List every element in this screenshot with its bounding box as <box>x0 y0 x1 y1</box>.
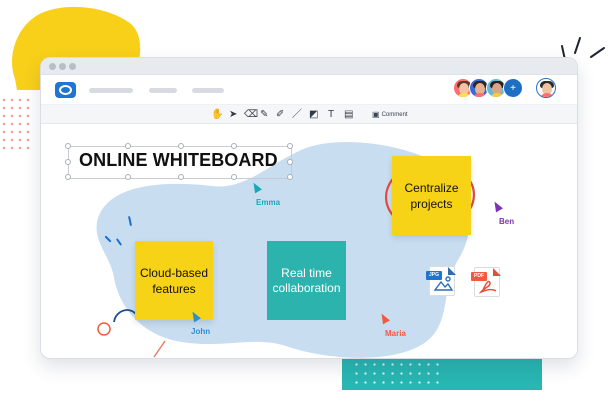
whiteboard-title: ONLINE WHITEBOARD <box>79 150 278 170</box>
cursor-label-emma: Emma <box>256 198 281 207</box>
selection-handle[interactable] <box>178 174 184 180</box>
comment-button[interactable]: ▣ Comment <box>372 105 408 125</box>
sticky-note-centralize[interactable]: Centralize projects <box>392 156 471 235</box>
cursor-label-maria: Maria <box>385 329 406 338</box>
pdf-file-icon-art <box>478 268 501 294</box>
avatar-shirt <box>456 93 472 97</box>
selection-handle[interactable] <box>178 143 184 149</box>
add-user-icon[interactable]: + <box>503 78 523 98</box>
sticky-note-cloud[interactable]: Cloud-based features <box>135 241 213 320</box>
selection-handle[interactable] <box>287 174 293 180</box>
user-avatar-icon[interactable] <box>536 78 556 98</box>
cursor-label-ben: Ben <box>499 217 515 226</box>
decorative-red-dots <box>0 96 34 154</box>
pdf-file-icon[interactable]: PDF <box>471 267 501 297</box>
nav-placeholder-1[interactable] <box>89 88 133 93</box>
image-file-icon-art <box>433 267 456 291</box>
image-file-icon[interactable]: JPG <box>426 266 456 296</box>
pen-tool-icon[interactable]: ✎ <box>260 106 268 124</box>
selection-handle[interactable] <box>287 143 293 149</box>
nav-placeholder-3[interactable] <box>192 88 224 93</box>
marker-tool-icon[interactable]: ✐ <box>276 106 284 124</box>
selection-handle[interactable] <box>65 159 71 165</box>
app-logo-icon[interactable] <box>55 82 76 98</box>
whiteboard-window: + ✋ ➤ ⌫ ✎ ✐ ／ ◩ T ▤ ▣ Comment ONLINE WHI… <box>40 57 578 359</box>
avatar-shirt <box>489 93 505 97</box>
selection-handle[interactable] <box>287 159 293 165</box>
cursor-label-john: John <box>191 327 211 336</box>
red-outline-circle <box>97 322 111 336</box>
shape-tool-icon[interactable]: ◩ <box>309 106 318 124</box>
drawing-toolbar: ✋ ➤ ⌫ ✎ ✐ ／ ◩ T ▤ ▣ Comment <box>41 104 577 125</box>
whiteboard-illustration: + ✋ ➤ ⌫ ✎ ✐ ／ ◩ T ▤ ▣ Comment ONLINE WHI… <box>0 0 611 415</box>
eraser-tool-icon[interactable]: ⌫ <box>244 106 258 124</box>
app-header: + <box>41 75 577 104</box>
comment-button-label: Comment <box>381 112 408 118</box>
teal-block-dots <box>352 360 444 384</box>
window-dot-icon[interactable] <box>49 63 56 70</box>
text-tool-icon[interactable]: T <box>328 106 334 124</box>
selection-handle[interactable] <box>231 143 237 149</box>
selection-handle[interactable] <box>125 174 131 180</box>
comment-icon: ▣ <box>372 110 380 119</box>
window-dot-icon[interactable] <box>59 63 66 70</box>
selection-handle[interactable] <box>65 143 71 149</box>
avatar-shirt <box>539 93 555 97</box>
selection-handle[interactable] <box>65 174 71 180</box>
hand-tool-icon[interactable]: ✋ <box>211 106 223 124</box>
blue-cursor-arrow-shadow <box>153 340 166 358</box>
note-tool-icon[interactable]: ▤ <box>344 106 353 124</box>
avatar-shirt <box>472 93 488 97</box>
pointer-tool-icon[interactable]: ➤ <box>229 106 237 124</box>
whiteboard-canvas[interactable]: ONLINE WHITEBOARD Centralize projects Cl… <box>41 124 577 358</box>
window-dot-icon[interactable] <box>69 63 76 70</box>
window-titlebar <box>41 58 577 75</box>
line-tool-icon[interactable]: ／ <box>292 106 302 124</box>
selection-handle[interactable] <box>231 174 237 180</box>
selection-handle[interactable] <box>125 143 131 149</box>
nav-placeholder-2[interactable] <box>149 88 177 93</box>
sticky-note-realtime[interactable]: Real time collaboration <box>267 241 346 320</box>
